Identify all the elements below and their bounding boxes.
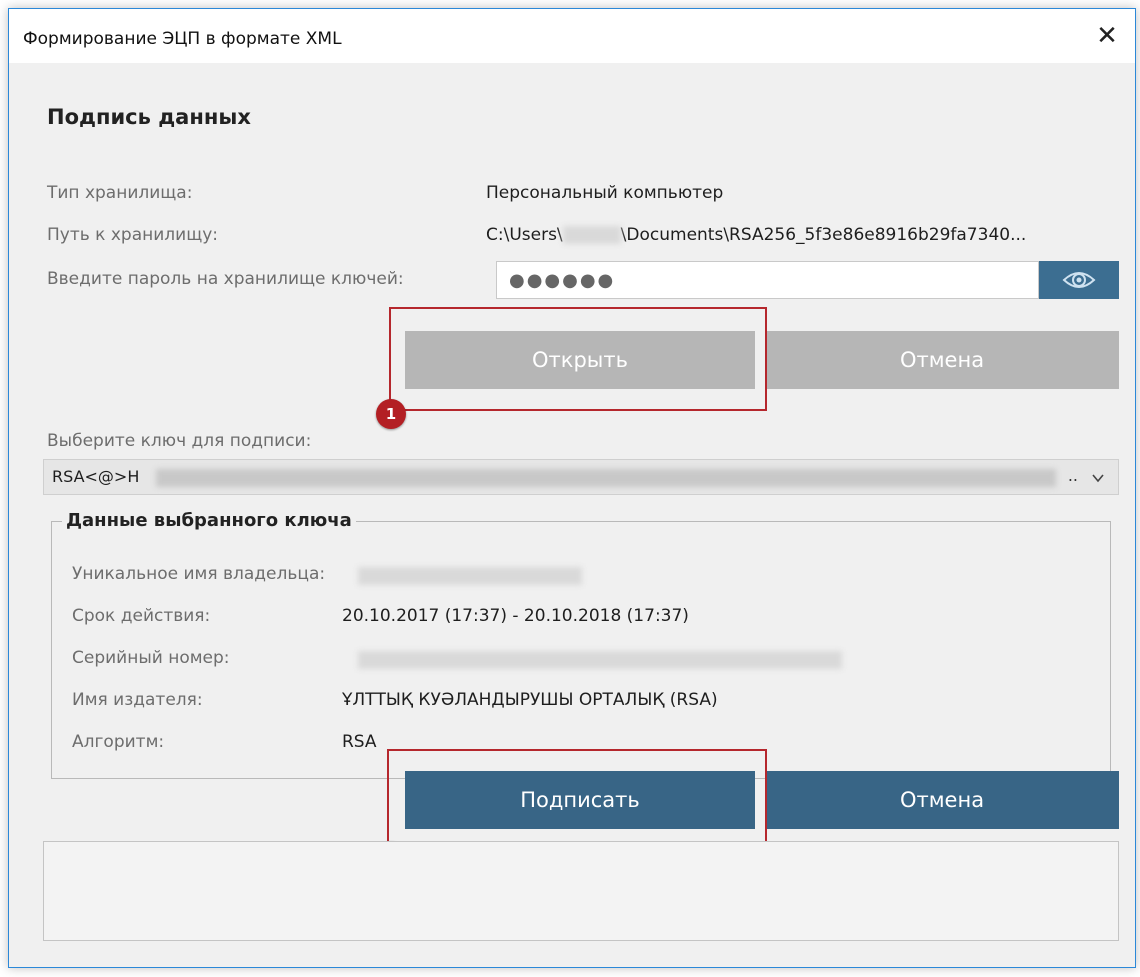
password-label: Введите пароль на хранилище ключей: [47,269,404,289]
show-password-button[interactable] [1039,261,1119,299]
key-data-group-title: Данные выбранного ключа [62,510,356,531]
key-select-prefix: RSA<@>H [52,467,140,486]
key-select-value: RSA<@>H [52,467,139,486]
redacted-owner [358,567,582,585]
owner-label: Уникальное имя владельца: [72,564,326,584]
status-log-area [43,841,1119,941]
highlight-box-1 [389,307,767,411]
key-select-dropdown[interactable]: RSA<@>H .. [43,459,1119,495]
step-marker-1: 1 [376,399,406,429]
window-title: Формирование ЭЦП в формате XML [23,29,342,49]
eye-icon [1062,272,1096,288]
serial-label: Серийный номер: [72,648,230,668]
signing-dialog: Формирование ЭЦП в формате XML ✕ Подпись… [8,8,1136,968]
sign-cancel-button[interactable]: Отмена [765,771,1119,829]
section-heading: Подпись данных [47,105,251,129]
storage-path-prefix: C:\Users\ [486,225,563,245]
key-select-label: Выберите ключ для подписи: [47,431,312,451]
title-bar[interactable]: Формирование ЭЦП в формате XML ✕ [9,9,1135,63]
issuer-label: Имя издателя: [72,690,203,710]
storage-type-value: Персональный компьютер [486,183,724,203]
algorithm-value: RSA [342,732,377,752]
close-button[interactable]: ✕ [1079,9,1135,63]
close-icon: ✕ [1096,21,1118,51]
redacted-key-id [156,469,1056,487]
issuer-value: ҰЛТТЫҚ КУӘЛАНДЫРУШЫ ОРТАЛЫҚ (RSA) [342,690,718,710]
key-data-group: Данные выбранного ключа Уникальное имя в… [51,510,1111,779]
chevron-down-icon[interactable] [1090,470,1106,486]
password-input[interactable]: ●●●●●● [496,261,1039,299]
open-cancel-button[interactable]: Отмена [765,331,1119,389]
validity-label: Срок действия: [72,606,211,626]
highlight-box-2 [387,749,767,853]
storage-path-suffix: \Documents\RSA256_5f3e86e8916b29fa7340..… [620,225,1027,245]
key-select-ellipsis: .. [1067,466,1078,485]
storage-path-label: Путь к хранилищу: [47,225,218,245]
storage-type-label: Тип хранилища: [47,183,193,203]
algorithm-label: Алгоритм: [72,732,165,752]
storage-path-value: C:\Users\ \Documents\RSA256_5f3e86e8916b2… [486,225,1026,245]
redacted-serial [358,651,842,669]
validity-value: 20.10.2017 (17:37) - 20.10.2018 (17:37) [342,606,689,626]
redacted-username [562,226,621,244]
